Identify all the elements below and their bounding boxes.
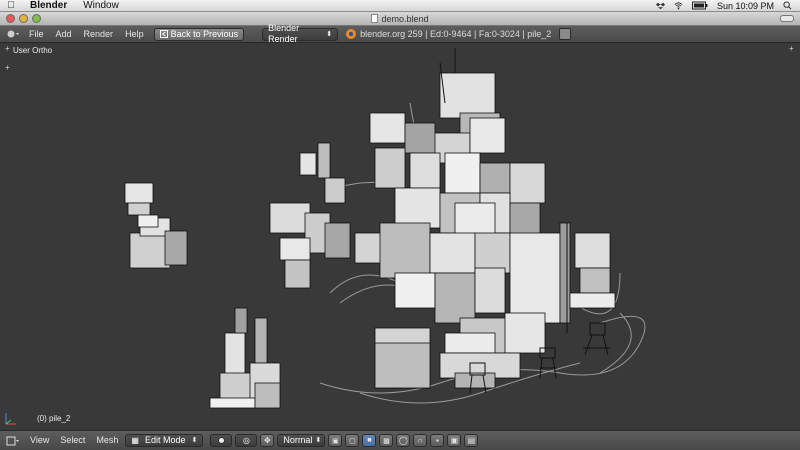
face-select-toggle[interactable]: ■ [362,434,377,447]
stats-text: blender.org 259 | Ed:0-9464 | Fa:0-3024 … [360,29,552,39]
menu-mesh[interactable]: Mesh [92,432,122,449]
battery-icon[interactable] [691,1,708,10]
transform-orientation-select[interactable]: Normal ⬍ [277,434,326,447]
view-properties-toggle-icon[interactable]: + [5,45,11,53]
tool-shelf-toggle-icon[interactable]: + [5,64,11,72]
pile-center-large [354,72,616,389]
pile-mid-left [269,142,351,289]
face-select-icon: ■ [367,437,372,444]
mode-value: Edit Mode [144,435,186,445]
manipulator-toggle[interactable]: ✥ [260,434,275,447]
info-header: File Add Render Help Back to Previous Bl… [0,23,800,44]
render-engine-value: Blender Render [268,23,300,44]
occlude-icon: ▩ [383,437,390,445]
mac-menubar:  Blender Window Sun 10:09 PM [0,0,800,12]
3d-viewport[interactable]: User Ortho + + + (0) pile_2 [0,43,800,430]
vertex-select-toggle[interactable]: ▣ [328,434,343,447]
film-icon: ▤ [467,436,476,445]
orientation-value: Normal [283,435,313,445]
edge-select-toggle[interactable]: ▢ [345,434,360,447]
toolbar-toggle-button[interactable] [780,15,794,22]
viewport-shading-select[interactable] [210,434,233,447]
render-animation-button[interactable]: ▤ [464,434,479,447]
3d-view-header: View Select Mesh ▦ Edit Mode ⬍ ◎ ✥ Norma… [0,430,800,450]
snap-toggle[interactable]: ∩ [413,434,428,447]
wifi-icon[interactable] [674,1,683,10]
active-object-label: (0) pile_2 [37,414,71,423]
occlude-geometry-toggle[interactable]: ▩ [379,434,394,447]
snap-element-icon: ▪ [435,436,439,445]
pile-bottom-left [209,307,281,409]
split-area-icon[interactable]: + [789,45,795,53]
magnet-icon: ∩ [417,436,424,445]
apple-icon[interactable]:  [0,0,22,11]
scene-browse-button[interactable] [559,28,572,40]
render-engine-select[interactable]: Blender Render ⬍ [262,23,339,44]
mesh-scene[interactable] [0,43,800,430]
blender-logo-icon [346,29,357,39]
clock[interactable]: Sun 10:09 PM [717,0,774,12]
editor-type-icon[interactable] [3,28,23,41]
back-to-previous-label: Back to Previous [170,28,239,39]
status-area: Sun 10:09 PM [655,0,800,12]
window-title: demo.blend [381,14,429,24]
proportional-edit-toggle[interactable]: ◯ [396,434,411,447]
pivot-icon: ◎ [242,436,250,445]
vertex-select-icon: ▣ [332,437,339,445]
updown-arrows-icon: ⬍ [326,30,333,38]
menu-render[interactable]: Render [78,26,120,43]
manipulator-icon: ✥ [264,436,271,445]
dropbox-icon[interactable] [655,1,665,10]
menu-window[interactable]: Window [75,0,127,12]
edit-mode-icon: ▦ [131,436,139,445]
menu-select[interactable]: Select [56,432,89,449]
back-to-previous-button[interactable]: Back to Previous [153,27,245,41]
solid-shading-icon [217,437,225,444]
edge-select-icon: ▢ [349,437,356,445]
window-title-wrap: demo.blend [0,12,800,26]
document-icon [371,14,379,23]
3d-view-editor-type-icon[interactable] [3,434,23,447]
mode-select[interactable]: ▦ Edit Mode ⬍ [125,434,204,447]
pivot-point-select[interactable]: ◎ [235,434,258,447]
window-titlebar: demo.blend [0,12,800,26]
app-menu-blender[interactable]: Blender [22,0,75,12]
view-label: User Ortho [13,46,53,55]
back-icon [159,30,168,38]
updown-arrows-icon: ⬍ [191,437,198,444]
snap-element-select[interactable]: ▪ [430,434,445,447]
camera-icon: ▣ [450,436,459,445]
menu-view[interactable]: View [26,432,53,449]
render-opengl-button[interactable]: ▣ [447,434,462,447]
updown-arrows-icon: ⬍ [315,437,322,444]
menu-file[interactable]: File [23,26,50,43]
proportional-edit-icon: ◯ [398,436,408,445]
menu-add[interactable]: Add [50,26,78,43]
pile-left-small [124,182,188,269]
axes-gizmo-icon [5,413,16,425]
scene-stats: blender.org 259 | Ed:0-9464 | Fa:0-3024 … [346,29,551,39]
menu-help[interactable]: Help [119,26,150,43]
spotlight-icon[interactable] [783,1,792,10]
